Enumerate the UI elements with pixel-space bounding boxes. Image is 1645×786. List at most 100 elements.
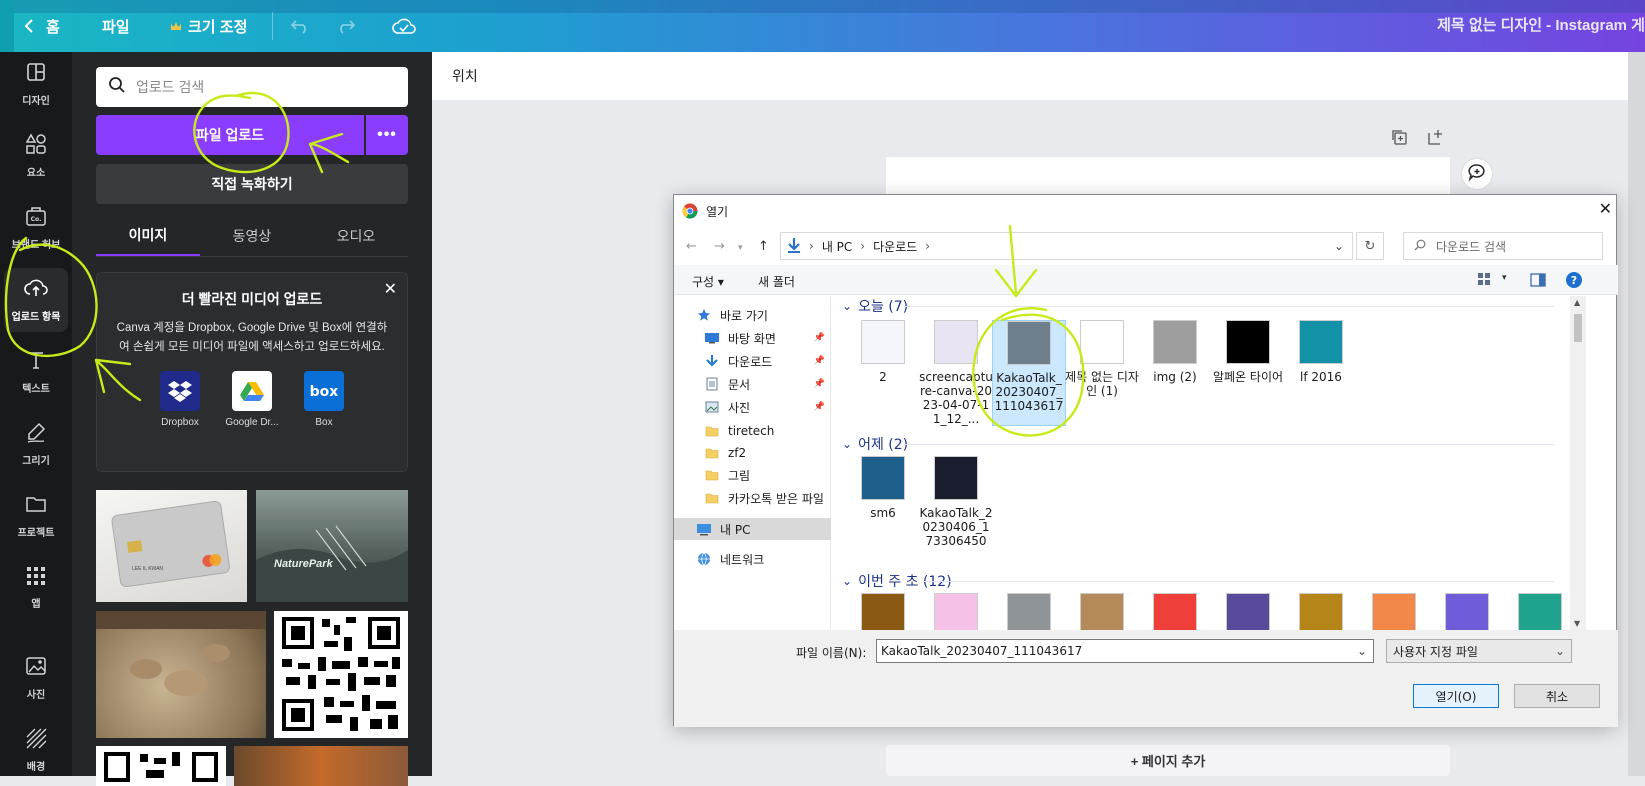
organize-menu[interactable]: 구성 ▾ [692, 273, 724, 290]
uploaded-image-nature[interactable]: NaturePark [256, 490, 408, 602]
redo-button[interactable] [336, 12, 356, 40]
rail-elements[interactable]: 요소 [0, 124, 72, 188]
rail-text[interactable]: 텍스트 [0, 340, 72, 404]
file-item[interactable]: KakaoTalk_20230406_173306450 [919, 456, 993, 548]
undo-button[interactable] [290, 12, 310, 40]
uploaded-image-qr-2[interactable] [96, 746, 226, 786]
comment-button[interactable] [1461, 158, 1493, 190]
resize-button[interactable]: 크기 조정 [170, 12, 247, 40]
filename-input[interactable]: KakaoTalk_20230407_111043617 ⌄ [876, 639, 1374, 663]
position-button[interactable]: 위치 [452, 66, 478, 86]
close-icon[interactable]: ✕ [1599, 199, 1612, 218]
preview-pane-icon[interactable] [1530, 273, 1546, 290]
uploaded-image-qr[interactable] [274, 611, 408, 738]
tree-item[interactable]: 바탕 화면 📌 [674, 327, 831, 349]
file-item[interactable] [919, 593, 993, 630]
file-menu[interactable]: 파일 [102, 12, 130, 40]
forward-arrow-icon[interactable]: → [714, 239, 725, 254]
rail-projects[interactable]: 프로젝트 [0, 484, 72, 548]
rail-apps[interactable]: 앱 [0, 556, 72, 620]
tree-item[interactable]: 카카오톡 받은 파일 [674, 487, 831, 509]
tree-item[interactable]: 네트워크 [674, 548, 831, 570]
design-title[interactable]: 제목 없는 디자인 - Instagram 게 [1437, 14, 1645, 35]
home-button[interactable]: 홈 [24, 12, 60, 40]
tab-images[interactable]: 이미지 [96, 215, 200, 256]
file-item[interactable] [1503, 593, 1570, 630]
rail-photos[interactable]: 사진 [0, 646, 72, 710]
upload-more-button[interactable]: ••• [366, 115, 408, 155]
upload-search-box[interactable] [96, 67, 408, 107]
tab-videos[interactable]: 동영상 [200, 215, 304, 256]
file-item[interactable]: lf 2016 [1284, 320, 1358, 384]
box-service[interactable]: box Box [296, 371, 352, 428]
help-icon[interactable]: ? [1565, 271, 1583, 292]
rail-uploads[interactable]: 업로드 항목 [4, 268, 68, 332]
tree-item[interactable]: 다운로드 📌 [674, 350, 831, 372]
file-item[interactable]: 알페온 타이어 [1211, 320, 1285, 384]
add-page-button[interactable]: + 페이지 추가 [886, 745, 1450, 776]
file-item[interactable]: 제목 없는 디자인 (1) [1065, 320, 1139, 398]
file-item[interactable] [1284, 593, 1358, 630]
upload-files-button[interactable]: 파일 업로드 [96, 115, 364, 155]
file-item[interactable]: 2 [846, 320, 920, 384]
file-list-scrollbar[interactable]: ▲ ▼ [1570, 296, 1586, 630]
duplicate-page-icon[interactable] [1390, 128, 1408, 151]
recent-dropdown-icon[interactable]: ▾ [738, 243, 743, 253]
up-arrow-icon[interactable]: ↑ [758, 239, 769, 254]
file-item[interactable] [1357, 593, 1431, 630]
scroll-up-icon[interactable]: ▲ [1574, 298, 1580, 307]
file-item[interactable]: img (2) [1138, 320, 1212, 384]
scroll-down-icon[interactable]: ▼ [1574, 619, 1580, 628]
new-folder-button[interactable]: 새 폴더 [758, 273, 795, 290]
open-button[interactable]: 열기(O) [1413, 684, 1499, 708]
file-item[interactable]: KakaoTalk_20230407_111043617 [992, 320, 1066, 426]
file-item[interactable] [992, 593, 1066, 630]
breadcrumb-downloads[interactable]: 다운로드 [873, 238, 917, 255]
file-item[interactable]: screencapture-canva-2023-04-07-11_12_... [919, 320, 993, 426]
rail-brand-hub[interactable]: Co. 브랜드 허브 [0, 196, 72, 260]
tree-item[interactable]: 내 PC [674, 518, 831, 540]
view-options-icon[interactable] [1477, 272, 1493, 289]
back-arrow-icon[interactable]: ← [686, 239, 697, 254]
upload-search-input[interactable] [136, 79, 386, 95]
add-page-icon[interactable] [1426, 128, 1444, 151]
record-yourself-button[interactable]: 직접 녹화하기 [96, 164, 408, 204]
cancel-button[interactable]: 취소 [1514, 684, 1600, 708]
rail-design[interactable]: 디자인 [0, 52, 72, 116]
chevron-down-icon[interactable]: ⌄ [1334, 239, 1344, 253]
google-drive-service[interactable]: Google Dr... [224, 371, 280, 428]
file-item[interactable] [1065, 593, 1139, 630]
tree-item[interactable]: tiretech [674, 420, 831, 442]
uploaded-image-animals[interactable] [96, 611, 266, 738]
file-item[interactable] [1211, 593, 1285, 630]
tree-item[interactable]: 그림 [674, 464, 831, 486]
address-bar[interactable]: › 내 PC › 다운로드 › ⌄ [780, 232, 1353, 260]
design-page[interactable] [886, 157, 1450, 197]
tab-audio[interactable]: 오디오 [304, 215, 408, 256]
tree-item[interactable]: 사진 📌 [674, 396, 831, 418]
file-type-select[interactable]: 사용자 지정 파일 ⌄ [1386, 639, 1572, 663]
file-item[interactable] [1138, 593, 1212, 630]
scroll-thumb[interactable] [1574, 314, 1582, 342]
file-group-header[interactable]: ⌄ 오늘 (7) [842, 296, 908, 316]
chevron-down-icon[interactable]: ⌄ [1357, 644, 1367, 658]
file-group-header[interactable]: ⌄ 어제 (2) [842, 434, 908, 454]
uploaded-image-card[interactable]: LEE IL KWAN [96, 490, 247, 602]
canvas-scrollbar[interactable] [1628, 52, 1645, 776]
dialog-search-box[interactable]: 다운로드 검색 [1403, 232, 1603, 260]
uploaded-image-food[interactable] [234, 746, 408, 786]
rail-draw[interactable]: 그리기 [0, 412, 72, 476]
tree-item[interactable]: 문서 📌 [674, 373, 831, 395]
file-item[interactable]: sm6 [846, 456, 920, 520]
file-item[interactable] [1430, 593, 1504, 630]
chevron-down-icon[interactable]: ▾ [1502, 273, 1507, 283]
tree-item[interactable]: zf2 [674, 442, 831, 464]
refresh-button[interactable]: ↻ [1356, 232, 1384, 260]
rail-background[interactable]: 배경 [0, 718, 72, 782]
cloud-save-button[interactable] [392, 12, 416, 40]
close-icon[interactable]: ✕ [384, 279, 397, 299]
tree-item[interactable]: 바로 가기 [674, 304, 831, 326]
breadcrumb-this-pc[interactable]: 내 PC [822, 238, 852, 255]
file-item[interactable] [846, 593, 920, 630]
dropbox-service[interactable]: Dropbox [152, 371, 208, 428]
